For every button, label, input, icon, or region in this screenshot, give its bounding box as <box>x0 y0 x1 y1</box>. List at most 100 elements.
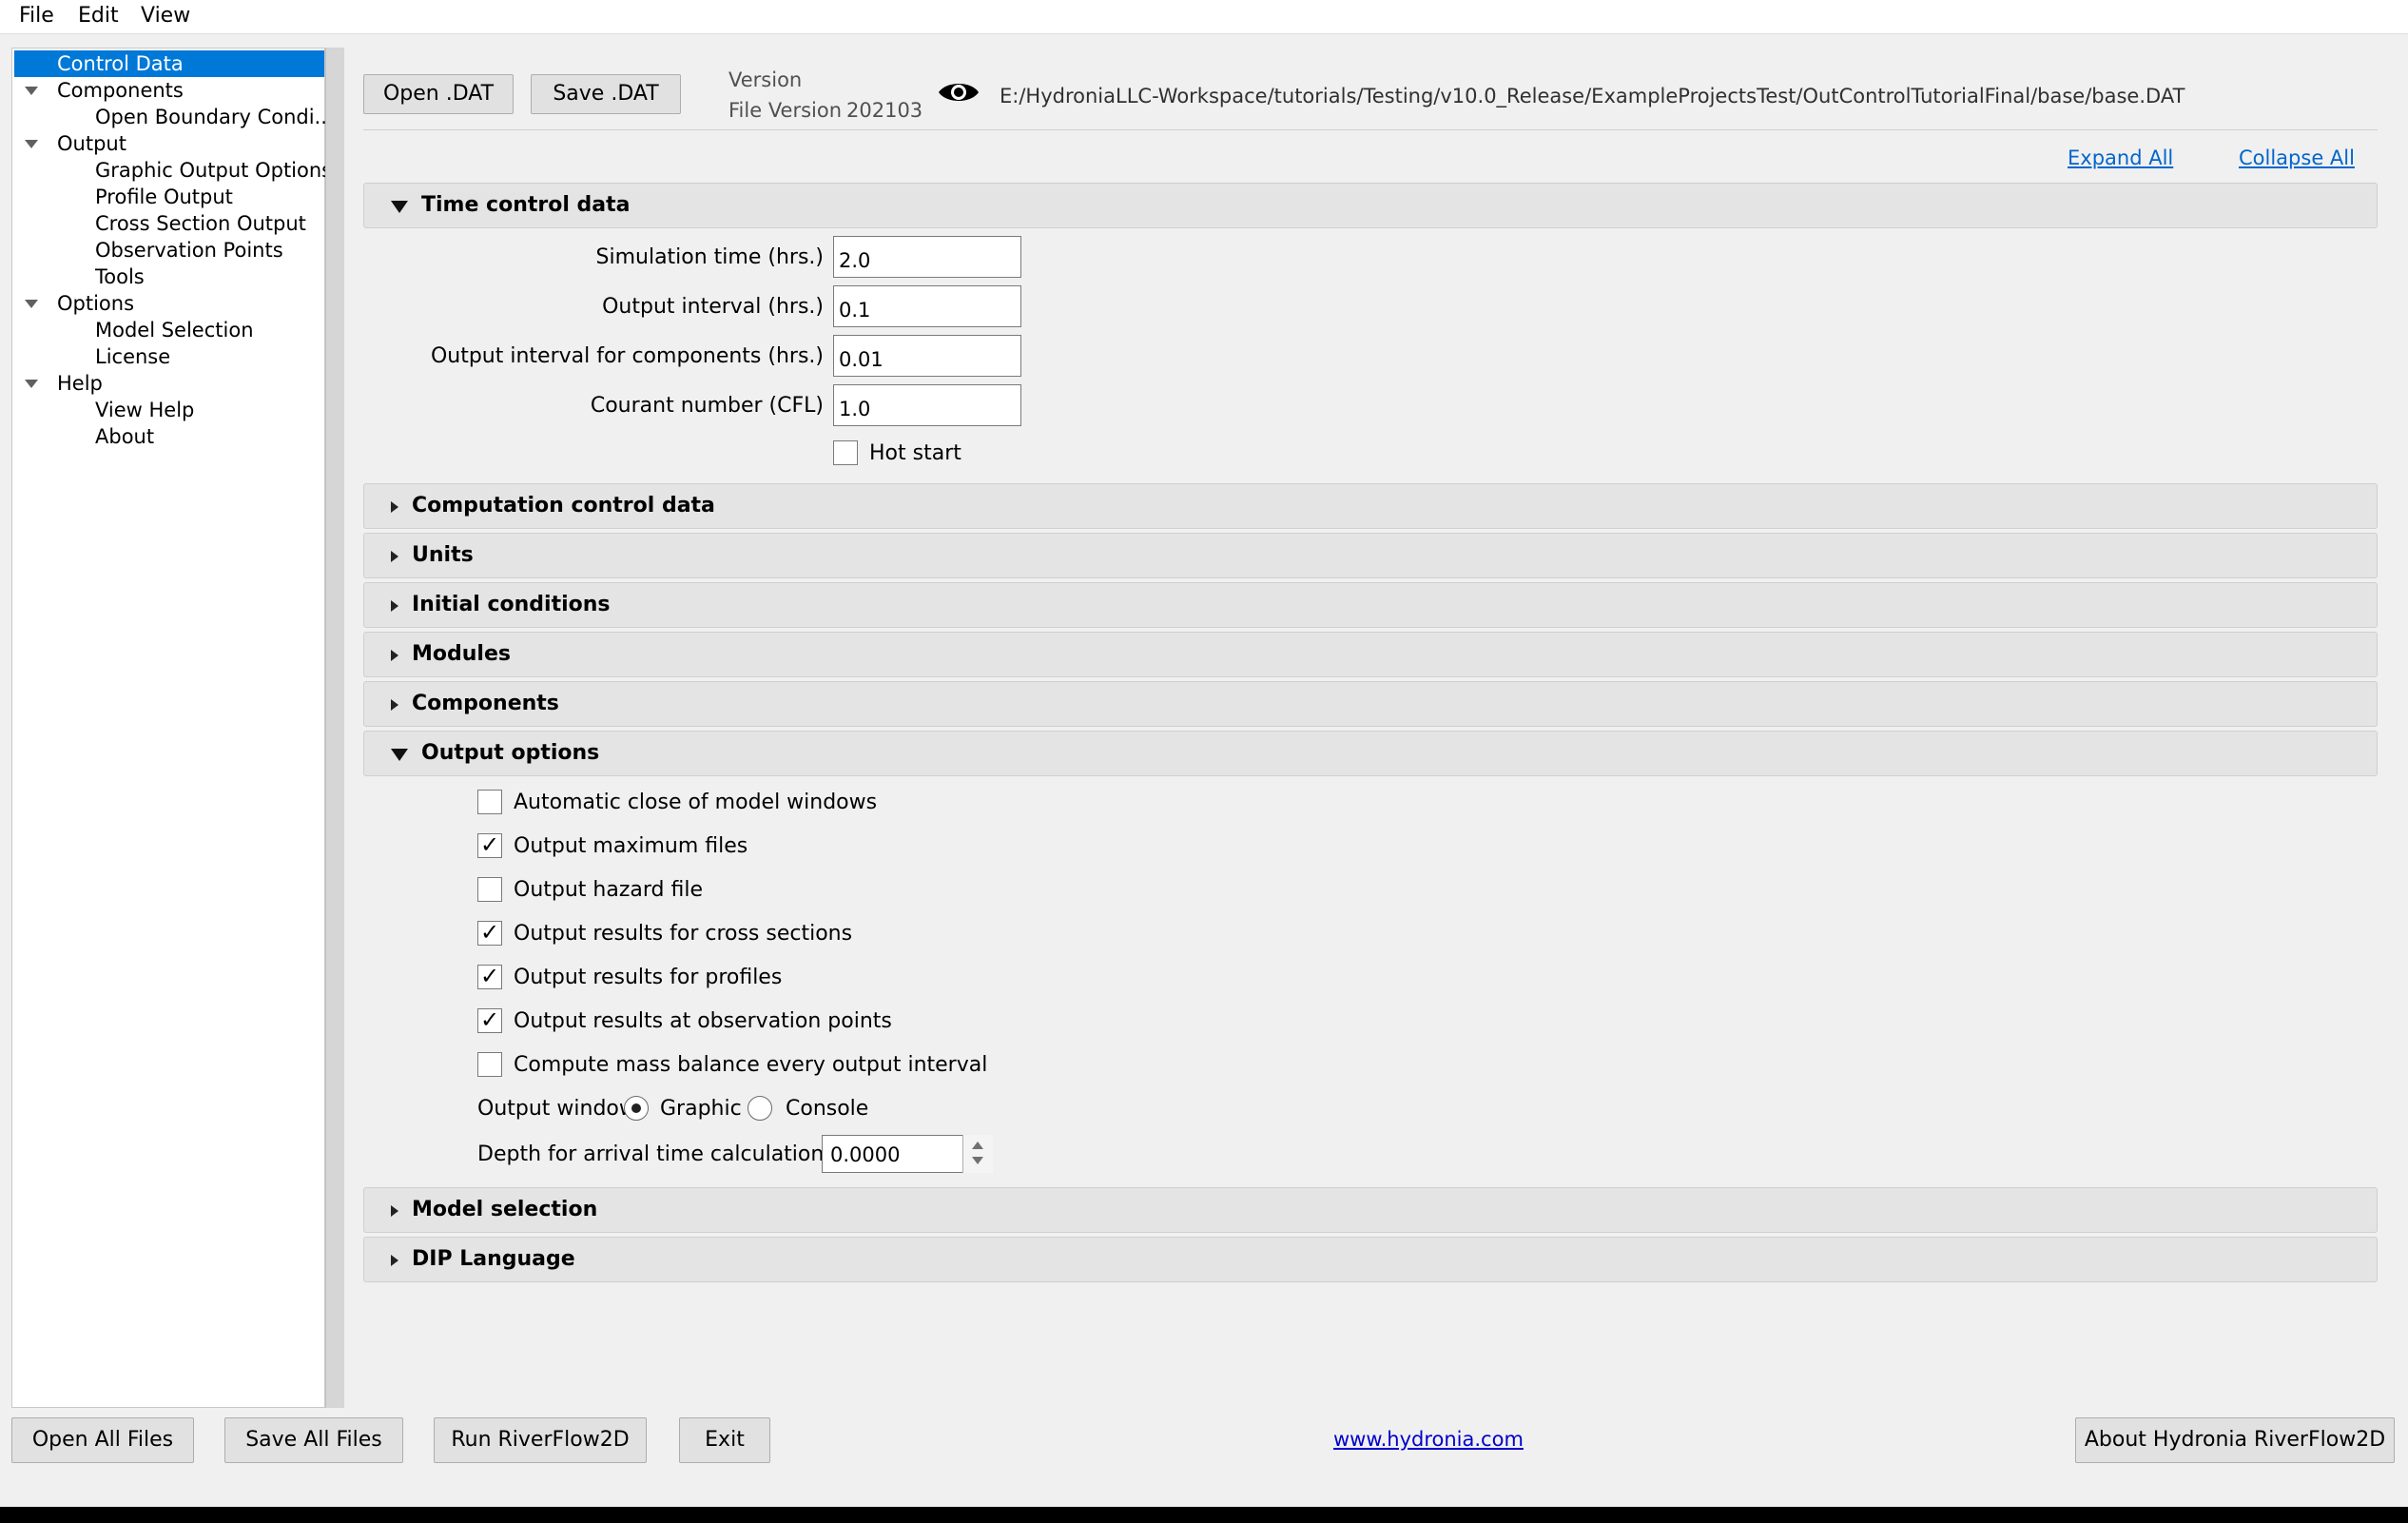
tree-item-output[interactable]: Output <box>57 130 126 157</box>
section-dip-language[interactable]: DIP Language <box>363 1237 2378 1282</box>
website-link[interactable]: www.hydronia.com <box>1333 1428 1524 1451</box>
section-modules[interactable]: Modules <box>363 632 2378 677</box>
section-initial-conditions-title: Initial conditions <box>412 593 611 616</box>
output-interval-components-input[interactable] <box>833 335 1021 377</box>
eye-icon[interactable] <box>937 78 981 107</box>
section-units-title: Units <box>412 543 474 567</box>
collapse-all-link[interactable]: Collapse All <box>2239 146 2355 169</box>
section-initial-conditions[interactable]: Initial conditions <box>363 582 2378 628</box>
menu-edit[interactable]: Edit <box>78 4 119 28</box>
tree-item-model-selection[interactable]: Model Selection <box>95 317 254 343</box>
tree-item-open-boundary-conditions[interactable]: Open Boundary Condi... <box>95 104 334 130</box>
courant-number-input[interactable] <box>833 384 1021 426</box>
spinbox-arrows[interactable] <box>962 1135 993 1173</box>
save-all-files-label: Save All Files <box>245 1428 382 1452</box>
open-dat-button[interactable]: Open .DAT <box>363 74 514 114</box>
output-hazard-file-checkbox[interactable] <box>477 877 502 902</box>
header-divider <box>363 129 2378 130</box>
navigation-tree[interactable]: Control Data Components Open Boundary Co… <box>11 48 334 1408</box>
output-window-label: Output window <box>477 1097 636 1121</box>
graphic-radio-label: Graphic <box>660 1097 742 1121</box>
tree-item-help[interactable]: Help <box>57 370 103 397</box>
section-time-control[interactable]: Time control data <box>363 183 2378 228</box>
checkmark-icon: ✓ <box>480 1006 500 1033</box>
arrival-depth-label: Depth for arrival time calculation (ft) <box>477 1142 863 1166</box>
menu-bar: File Edit View <box>0 0 2408 34</box>
output-maximum-files-checkbox[interactable]: ✓ <box>477 831 502 858</box>
tree-item-view-help[interactable]: View Help <box>95 397 194 423</box>
output-profiles-label: Output results for profiles <box>514 966 783 989</box>
hot-start-checkbox[interactable] <box>833 440 858 465</box>
tree-item-license[interactable]: License <box>95 343 170 370</box>
section-output-options-title: Output options <box>421 741 600 765</box>
expand-all-link[interactable]: Expand All <box>2068 146 2173 169</box>
tree-item-control-data[interactable]: Control Data <box>57 50 184 77</box>
output-interval-input[interactable] <box>833 285 1021 327</box>
expand-arrow-icon[interactable] <box>25 380 38 388</box>
checkmark-icon: ✓ <box>480 831 500 858</box>
section-model-selection[interactable]: Model selection <box>363 1187 2378 1233</box>
expand-arrow-icon[interactable] <box>25 87 38 95</box>
output-cross-sections-checkbox[interactable]: ✓ <box>477 919 502 946</box>
expand-triangle-icon <box>391 699 398 711</box>
collapse-triangle-icon <box>391 749 408 761</box>
mass-balance-label: Compute mass balance every output interv… <box>514 1053 988 1077</box>
open-all-files-button[interactable]: Open All Files <box>11 1417 194 1463</box>
about-button[interactable]: About Hydronia RiverFlow2D <box>2075 1417 2395 1463</box>
expand-triangle-icon <box>391 1255 398 1266</box>
section-components[interactable]: Components <box>363 681 2378 727</box>
section-model-selection-title: Model selection <box>412 1198 598 1221</box>
tree-item-about[interactable]: About <box>95 423 154 450</box>
save-dat-button[interactable]: Save .DAT <box>531 74 681 114</box>
save-all-files-button[interactable]: Save All Files <box>224 1417 403 1463</box>
output-observation-points-checkbox[interactable]: ✓ <box>477 1006 502 1033</box>
simulation-time-label: Simulation time (hrs.) <box>595 245 825 269</box>
section-components-title: Components <box>412 692 559 715</box>
about-label: About Hydronia RiverFlow2D <box>2084 1428 2386 1452</box>
tree-item-observation-points[interactable]: Observation Points <box>95 237 283 264</box>
expand-triangle-icon <box>391 551 398 562</box>
expand-triangle-icon <box>391 501 398 513</box>
menu-file[interactable]: File <box>19 4 54 28</box>
exit-button[interactable]: Exit <box>679 1417 770 1463</box>
auto-close-windows-checkbox[interactable] <box>477 790 502 814</box>
tree-item-components[interactable]: Components <box>57 77 184 104</box>
arrival-depth-value: 0.0000 <box>830 1143 901 1166</box>
section-units[interactable]: Units <box>363 533 2378 578</box>
expand-arrow-icon[interactable] <box>25 300 38 308</box>
output-cross-sections-label: Output results for cross sections <box>514 922 853 946</box>
open-dat-button-label: Open .DAT <box>382 82 495 106</box>
spin-up-arrow-icon[interactable] <box>972 1142 983 1149</box>
tree-item-options[interactable]: Options <box>57 290 134 317</box>
panel-splitter[interactable] <box>325 48 344 1408</box>
tree-item-tools[interactable]: Tools <box>95 264 145 290</box>
radio-selected-dot <box>631 1103 641 1113</box>
checkmark-icon: ✓ <box>480 919 500 946</box>
hot-start-label: Hot start <box>869 441 961 465</box>
collapse-triangle-icon <box>391 201 408 213</box>
console-radio-label: Console <box>786 1097 869 1121</box>
graphic-radio[interactable] <box>624 1096 649 1121</box>
section-time-control-title: Time control data <box>421 193 631 217</box>
run-riverflow2d-label: Run RiverFlow2D <box>451 1428 630 1452</box>
output-hazard-file-label: Output hazard file <box>514 878 703 902</box>
tree-item-graphic-output-options[interactable]: Graphic Output Options <box>95 157 332 184</box>
mass-balance-checkbox[interactable] <box>477 1052 502 1077</box>
spin-down-arrow-icon[interactable] <box>972 1157 983 1164</box>
version-label: Version <box>728 68 803 91</box>
tree-item-cross-section-output[interactable]: Cross Section Output <box>95 210 306 237</box>
expand-triangle-icon <box>391 1205 398 1217</box>
output-profiles-checkbox[interactable]: ✓ <box>477 963 502 989</box>
section-modules-title: Modules <box>412 642 511 666</box>
run-riverflow2d-button[interactable]: Run RiverFlow2D <box>434 1417 647 1463</box>
courant-number-label: Courant number (CFL) <box>590 394 824 418</box>
section-computation-control[interactable]: Computation control data <box>363 483 2378 529</box>
menu-view[interactable]: View <box>141 4 190 28</box>
tree-item-profile-output[interactable]: Profile Output <box>95 184 233 210</box>
expand-arrow-icon[interactable] <box>25 140 38 148</box>
console-radio[interactable] <box>748 1096 772 1121</box>
file-version-value: 202103 <box>846 99 923 122</box>
simulation-time-input[interactable] <box>833 236 1021 278</box>
section-output-options[interactable]: Output options <box>363 731 2378 776</box>
section-computation-control-title: Computation control data <box>412 494 715 517</box>
